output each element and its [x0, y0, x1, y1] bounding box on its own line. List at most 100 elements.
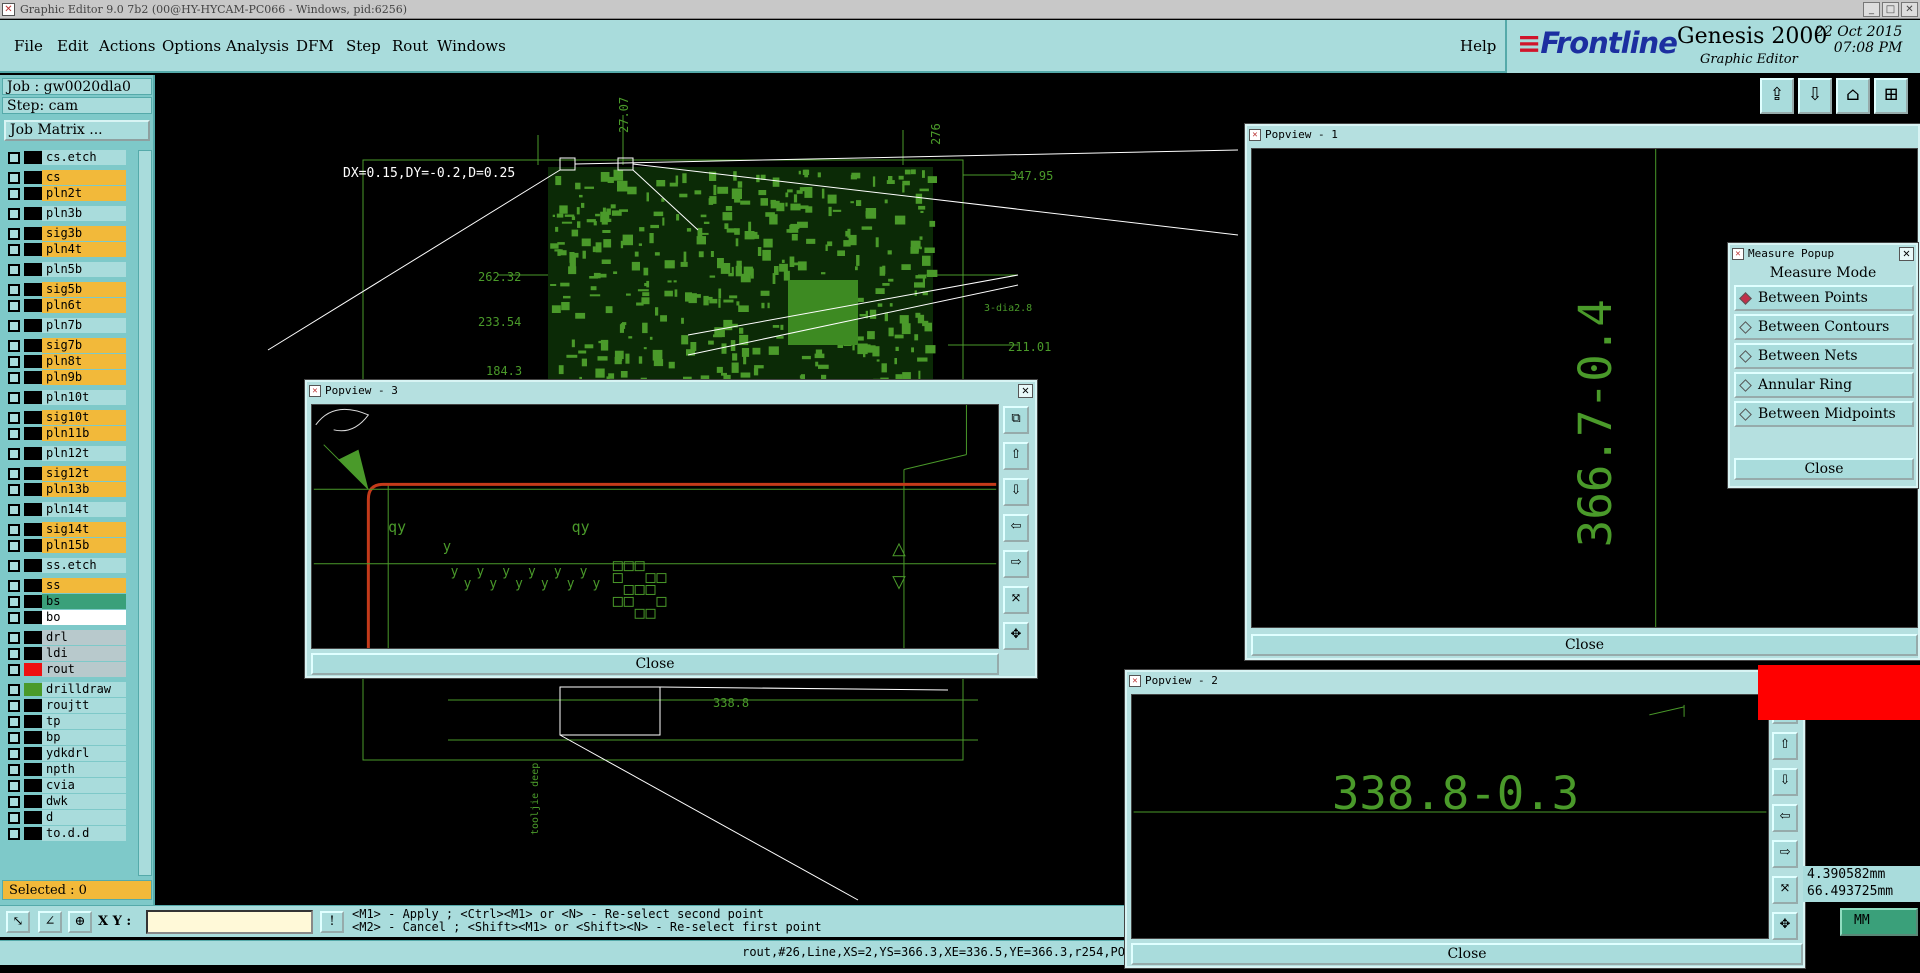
layer-name[interactable]: pln14t [42, 502, 126, 517]
layer-checkbox[interactable] [8, 632, 20, 644]
units-selector[interactable]: MM [1840, 908, 1918, 936]
layer-row-pln14t[interactable]: pln14t [4, 502, 134, 517]
layer-checkbox[interactable] [8, 524, 20, 536]
layer-row-pln12t[interactable]: pln12t [4, 446, 134, 461]
measure-annular-ring[interactable]: Annular Ring [1734, 372, 1914, 398]
layer-color-swatch[interactable] [24, 731, 42, 744]
menu-actions[interactable]: Actions [99, 37, 155, 55]
layer-row-pln13b[interactable]: pln13b [4, 482, 134, 497]
layer-row-pln11b[interactable]: pln11b [4, 426, 134, 441]
layer-name[interactable]: cs.etch [42, 150, 126, 165]
layer-color-swatch[interactable] [24, 299, 42, 312]
layer-row-pln8t[interactable]: pln8t [4, 354, 134, 369]
layer-color-swatch[interactable] [24, 715, 42, 728]
grid-icon[interactable]: ⊞ [1874, 78, 1908, 114]
layer-checkbox[interactable] [8, 412, 20, 424]
layer-checkbox[interactable] [8, 780, 20, 792]
layer-checkbox[interactable] [8, 152, 20, 164]
layer-row-cs[interactable]: cs [4, 170, 134, 185]
layer-row-ss[interactable]: ss [4, 578, 134, 593]
measure-between-nets[interactable]: Between Nets [1734, 343, 1914, 369]
layer-row-tp[interactable]: tp [4, 714, 134, 729]
layer-color-swatch[interactable] [24, 611, 42, 624]
snap-icon[interactable]: ⤡ [6, 911, 30, 933]
minimize-icon[interactable]: _ [1863, 2, 1880, 17]
layer-checkbox[interactable] [8, 664, 20, 676]
grid-snap-icon[interactable]: ⊕ [68, 911, 92, 933]
layer-checkbox[interactable] [8, 684, 20, 696]
popview-fit-icon[interactable]: ⤧ [1772, 876, 1798, 904]
layer-row-ldi[interactable]: ldi [4, 646, 134, 661]
layer-color-swatch[interactable] [24, 243, 42, 256]
layer-color-swatch[interactable] [24, 227, 42, 240]
layer-row-d[interactable]: d [4, 810, 134, 825]
layer-name[interactable]: ss.etch [42, 558, 126, 573]
layer-checkbox[interactable] [8, 340, 20, 352]
layer-name[interactable]: d [42, 810, 126, 825]
layer-row-dwk[interactable]: dwk [4, 794, 134, 809]
layer-name[interactable]: ydkdrl [42, 746, 126, 761]
layer-name[interactable]: tp [42, 714, 126, 729]
popview-up-icon[interactable]: ⇧ [1003, 442, 1029, 470]
layer-color-swatch[interactable] [24, 207, 42, 220]
layer-checkbox[interactable] [8, 392, 20, 404]
popview-2-close-button[interactable]: Close [1131, 943, 1803, 965]
layer-checkbox[interactable] [8, 228, 20, 240]
layer-row-cs-etch[interactable]: cs.etch [4, 150, 134, 165]
layer-name[interactable]: to.d.d [42, 826, 126, 841]
pan-up-icon[interactable]: ⇪ [1760, 78, 1794, 114]
layer-row-sig3b[interactable]: sig3b [4, 226, 134, 241]
close-icon[interactable]: ✕ [1901, 2, 1918, 17]
layer-color-swatch[interactable] [24, 371, 42, 384]
layer-color-swatch[interactable] [24, 559, 42, 572]
menu-analysis[interactable]: Analysis [226, 37, 289, 55]
layer-row-sig7b[interactable]: sig7b [4, 338, 134, 353]
popview-3-close-button[interactable]: Close [311, 653, 999, 675]
menu-options[interactable]: Options [162, 37, 221, 55]
layer-name[interactable]: dwk [42, 794, 126, 809]
pan-down-icon[interactable]: ⇩ [1798, 78, 1832, 114]
layer-checkbox[interactable] [8, 812, 20, 824]
layer-color-swatch[interactable] [24, 523, 42, 536]
layer-row-pln15b[interactable]: pln15b [4, 538, 134, 553]
layer-checkbox[interactable] [8, 540, 20, 552]
layer-color-swatch[interactable] [24, 747, 42, 760]
layer-checkbox[interactable] [8, 448, 20, 460]
layer-name[interactable]: cvia [42, 778, 126, 793]
layer-row-pln9b[interactable]: pln9b [4, 370, 134, 385]
layer-color-swatch[interactable] [24, 319, 42, 332]
layer-scrollbar[interactable] [138, 150, 152, 876]
popview-center-icon[interactable]: ✥ [1772, 912, 1798, 940]
layer-row-bp[interactable]: bp [4, 730, 134, 745]
menu-edit[interactable]: Edit [57, 37, 88, 55]
layer-row-drilldraw[interactable]: drilldraw [4, 682, 134, 697]
menu-dfm[interactable]: DFM [296, 37, 334, 55]
layer-row-pln6t[interactable]: pln6t [4, 298, 134, 313]
layer-row-drl[interactable]: drl [4, 630, 134, 645]
layer-color-swatch[interactable] [24, 283, 42, 296]
layer-row-bs[interactable]: bs [4, 594, 134, 609]
popview-right-icon[interactable]: ⇨ [1003, 550, 1029, 578]
layer-name[interactable]: pln8t [42, 354, 126, 369]
layer-color-swatch[interactable] [24, 631, 42, 644]
measure-between-midpoints[interactable]: Between Midpoints [1734, 401, 1914, 427]
layer-color-swatch[interactable] [24, 171, 42, 184]
layer-row-pln4t[interactable]: pln4t [4, 242, 134, 257]
layer-row-sig10t[interactable]: sig10t [4, 410, 134, 425]
popview-2-canvas[interactable]: 338.8-0.3 [1131, 694, 1769, 939]
layer-name[interactable]: roujtt [42, 698, 126, 713]
layer-checkbox[interactable] [8, 284, 20, 296]
layer-name[interactable]: drl [42, 630, 126, 645]
layer-row-npth[interactable]: npth [4, 762, 134, 777]
layer-color-swatch[interactable] [24, 263, 42, 276]
layer-name[interactable]: bp [42, 730, 126, 745]
layer-row-rout[interactable]: rout [4, 662, 134, 677]
layer-name[interactable]: sig14t [42, 522, 126, 537]
layer-row-pln3b[interactable]: pln3b [4, 206, 134, 221]
job-matrix-button[interactable]: Job Matrix ... [4, 120, 150, 141]
layer-checkbox[interactable] [8, 796, 20, 808]
close-icon[interactable]: ✕ [1018, 384, 1033, 398]
layer-name[interactable]: sig7b [42, 338, 126, 353]
layer-name[interactable]: rout [42, 662, 126, 677]
layer-row-bo[interactable]: bo [4, 610, 134, 625]
